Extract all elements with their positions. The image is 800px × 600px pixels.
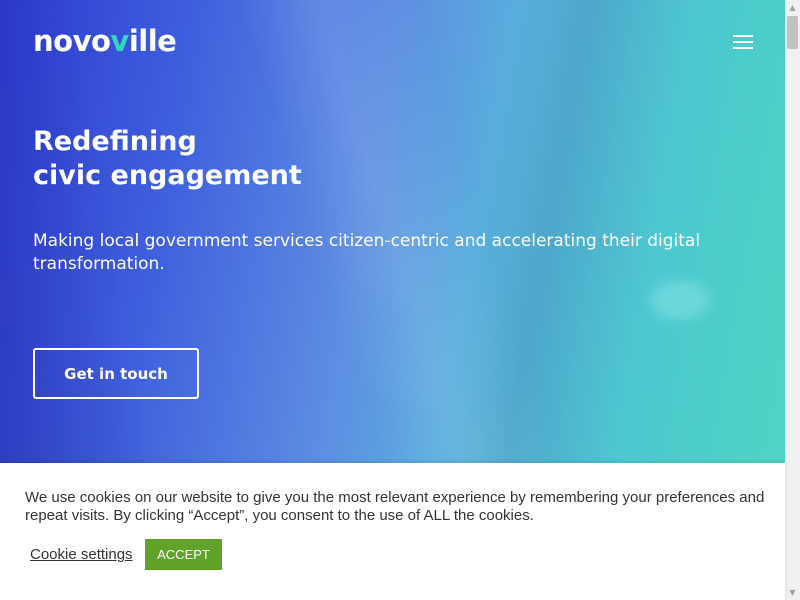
logo-text-suffix: ille bbox=[128, 24, 177, 58]
menu-bar bbox=[733, 41, 753, 43]
get-in-touch-button[interactable]: Get in touch bbox=[33, 348, 199, 399]
accept-cookies-button[interactable]: ACCEPT bbox=[145, 539, 222, 570]
page-scrollbar[interactable]: ▲ ▼ bbox=[785, 0, 800, 600]
cookie-message: We use cookies on our website to give yo… bbox=[25, 489, 765, 524]
logo-text-prefix: novo bbox=[33, 24, 111, 58]
scroll-down-arrow-icon[interactable]: ▼ bbox=[785, 585, 800, 600]
menu-bar bbox=[733, 47, 753, 49]
cookie-settings-link[interactable]: Cookie settings bbox=[30, 546, 133, 563]
hero-subtitle: Making local government services citizen… bbox=[33, 231, 701, 274]
cookie-consent-banner: We use cookies on our website to give yo… bbox=[0, 463, 785, 600]
novoville-logo[interactable]: novoville bbox=[33, 24, 177, 58]
menu-bar bbox=[733, 35, 753, 37]
scrollbar-thumb[interactable] bbox=[787, 16, 798, 49]
headline-line-2: civic engagement bbox=[33, 160, 302, 191]
logo-text-accent: v bbox=[110, 24, 129, 58]
scroll-up-arrow-icon[interactable]: ▲ bbox=[785, 0, 800, 15]
headline-line-1: Redefining bbox=[33, 126, 197, 157]
hamburger-menu-icon[interactable] bbox=[731, 31, 755, 51]
hero-headline: Redefining civic engagement bbox=[33, 125, 433, 193]
